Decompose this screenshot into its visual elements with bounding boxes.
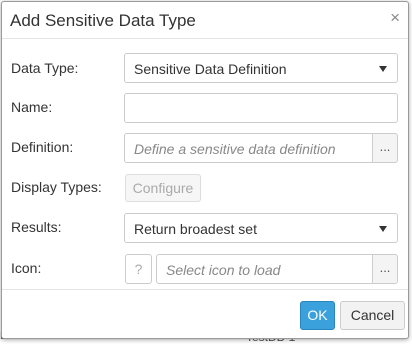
- ok-button[interactable]: OK: [300, 301, 335, 330]
- dialog-title: Add Sensitive Data Type: [10, 11, 196, 30]
- data-type-value: Sensitive Data Definition: [134, 61, 287, 77]
- name-input[interactable]: [124, 93, 398, 123]
- results-select[interactable]: Return broadest set: [124, 213, 398, 243]
- definition-browse-button[interactable]: ...: [372, 133, 398, 163]
- results-label: Results:: [11, 219, 62, 235]
- configure-button[interactable]: Configure: [125, 174, 201, 202]
- dialog-footer: OK Cancel: [2, 289, 408, 340]
- chevron-down-icon: [379, 66, 387, 72]
- icon-placeholder: Select icon to load: [166, 262, 281, 278]
- icon-input[interactable]: Select icon to load: [156, 254, 373, 284]
- icon-input-group: Select icon to load ...: [156, 254, 398, 284]
- icon-preview: ?: [125, 254, 152, 284]
- definition-input-group: Define a sensitive data definition ...: [124, 133, 398, 163]
- definition-input[interactable]: Define a sensitive data definition: [124, 133, 373, 163]
- data-type-label: Data Type:: [11, 60, 79, 76]
- name-label: Name:: [11, 99, 53, 115]
- definition-label: Definition:: [11, 139, 74, 155]
- add-sensitive-data-type-dialog: Add Sensitive Data Type × Data Type: Sen…: [1, 1, 409, 339]
- close-icon[interactable]: ×: [390, 9, 400, 26]
- dialog-header: Add Sensitive Data Type ×: [2, 2, 408, 39]
- question-icon: ?: [134, 261, 143, 277]
- data-type-select[interactable]: Sensitive Data Definition: [124, 53, 398, 83]
- icon-label: Icon:: [11, 260, 42, 276]
- results-value: Return broadest set: [134, 221, 257, 237]
- chevron-down-icon: [379, 226, 387, 232]
- definition-placeholder: Define a sensitive data definition: [134, 141, 336, 157]
- cancel-button[interactable]: Cancel: [340, 301, 405, 330]
- icon-browse-button[interactable]: ...: [372, 254, 398, 284]
- display-types-label: Display Types:: [11, 179, 102, 195]
